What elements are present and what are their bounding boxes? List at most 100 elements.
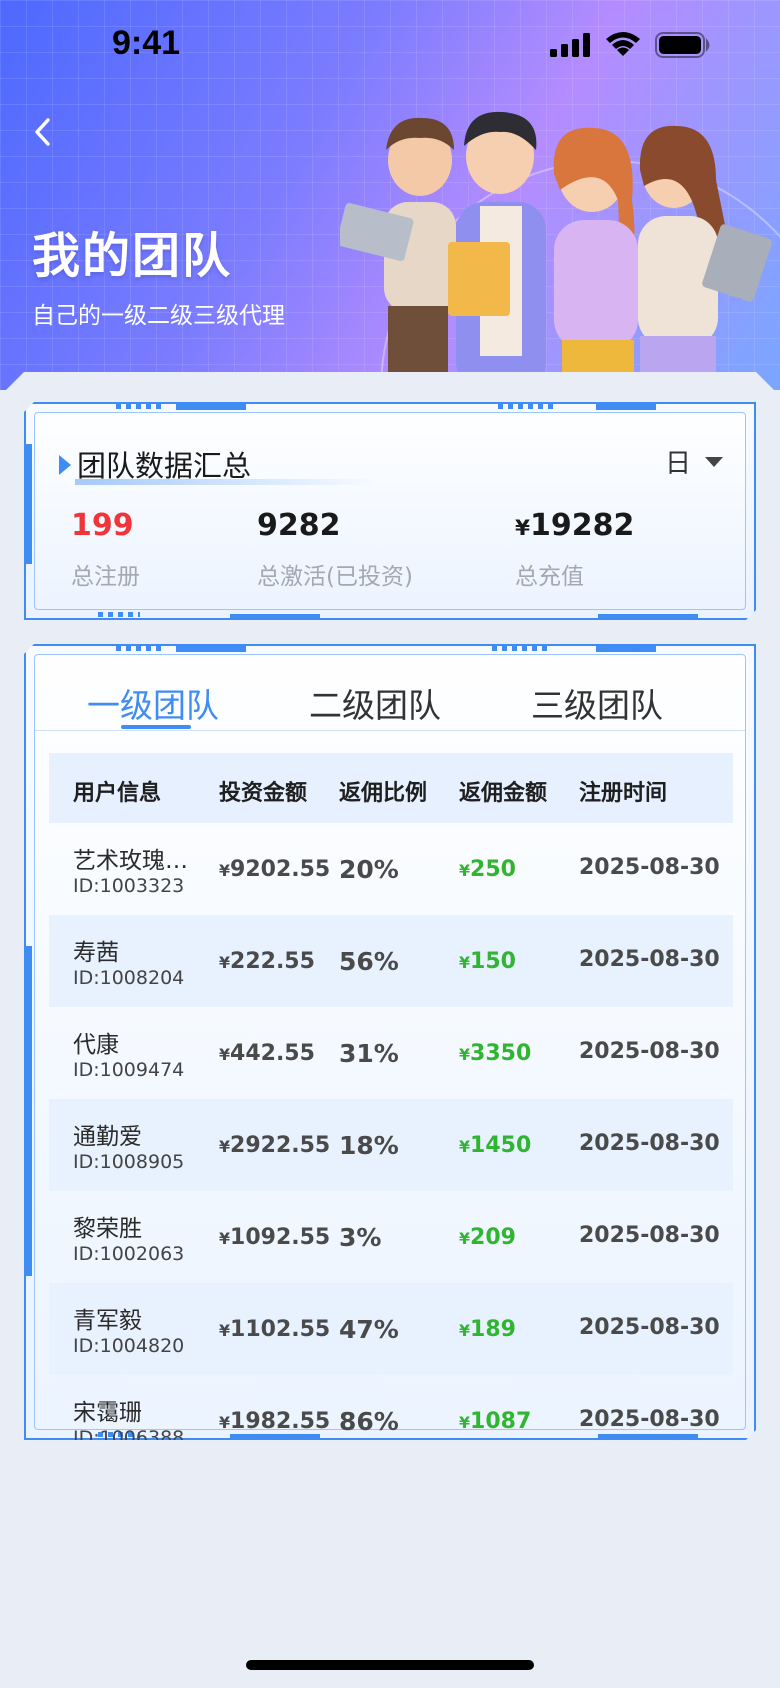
user-id: ID:1003323	[73, 875, 185, 897]
panel-deco-dots	[116, 646, 162, 651]
table-row[interactable]: 青军毅 ID:1004820 ¥1102.55 47% ¥189 2025-08-30	[49, 1283, 733, 1375]
tab-level-3[interactable]: 三级团队	[531, 679, 663, 727]
period-select-value: 日	[664, 449, 691, 479]
table-row[interactable]: 宋霭珊 ID:1006388 ¥1982.55 86% ¥1087 2025-08-30	[49, 1375, 733, 1467]
page-subtitle: 自己的一级二级三级代理	[32, 303, 285, 329]
commission-rate: 56%	[339, 947, 399, 976]
user-name: 通勤爱	[73, 1124, 142, 1150]
team-level-tabs: 一级团队 二级团队 三级团队	[35, 655, 745, 731]
team-table: 用户信息 投资金额 返佣比例 返佣金额 注册时间 艺术玫瑰… ID:1003323…	[49, 753, 733, 1467]
user-name: 宋霭珊	[73, 1400, 142, 1426]
commission-rate: 86%	[339, 1407, 399, 1436]
period-select[interactable]: 日	[665, 443, 723, 480]
currency-symbol: ¥	[459, 1229, 471, 1248]
user-name: 寿茜	[73, 940, 119, 966]
active-tab-indicator	[121, 725, 191, 729]
stat-total-recharge: ¥19282 总充值	[515, 511, 634, 591]
user-id: ID:1004820	[73, 1335, 185, 1357]
page-title: 我的团队	[32, 228, 233, 284]
registration-date: 2025-08-30	[579, 1315, 720, 1340]
summary-inner: 团队数据汇总 日 199 总注册 9282 总激活(已投资) ¥19282 总充…	[34, 412, 746, 610]
amount-value: 222.55	[230, 949, 315, 974]
registration-date: 2025-08-30	[579, 1039, 720, 1064]
team-illustration	[340, 111, 772, 390]
tab-level-2[interactable]: 二级团队	[309, 679, 441, 727]
commission-amount: ¥1450	[459, 1133, 531, 1158]
commission-amount: ¥3350	[459, 1041, 531, 1066]
currency-symbol: ¥	[459, 1321, 471, 1340]
investment-amount: ¥1982.55	[219, 1409, 330, 1434]
table-row[interactable]: 艺术玫瑰… ID:1003323 ¥9202.55 20% ¥250 2025-08-30	[49, 823, 733, 915]
panel-side-bar	[26, 444, 32, 564]
commission-amount: ¥250	[459, 857, 516, 882]
amount-value: 2922.55	[230, 1133, 331, 1158]
tab-level-1[interactable]: 一级团队	[87, 679, 219, 727]
team-summary-panel: 团队数据汇总 日 199 总注册 9282 总激活(已投资) ¥19282 总充…	[24, 402, 756, 620]
status-bar: 9:41	[0, 0, 780, 90]
currency-symbol: ¥	[219, 1137, 231, 1156]
content-sheet: 团队数据汇总 日 199 总注册 9282 总激活(已投资) ¥19282 总充…	[0, 372, 780, 1688]
panel-deco-bar	[230, 614, 320, 618]
user-id: ID:1009474	[73, 1059, 185, 1081]
stat-value: ¥19282	[515, 511, 634, 541]
commission-value: 3350	[470, 1041, 532, 1066]
cellular-signal-icon	[550, 33, 590, 57]
wifi-icon	[606, 32, 640, 56]
table-row[interactable]: 代康 ID:1009474 ¥442.55 31% ¥3350 2025-08-30	[49, 1007, 733, 1099]
currency-symbol: ¥	[219, 953, 231, 972]
panel-deco-dots	[116, 404, 162, 409]
currency-symbol: ¥	[459, 1413, 471, 1432]
commission-value: 1087	[470, 1409, 532, 1434]
currency-symbol: ¥	[515, 516, 531, 541]
registration-date: 2025-08-30	[579, 947, 720, 972]
user-name: 黎荣胜	[73, 1216, 142, 1242]
commission-amount: ¥189	[459, 1317, 516, 1342]
status-time: 9:41	[112, 24, 181, 62]
stat-total-registered: 199 总注册	[71, 511, 140, 591]
commission-rate: 31%	[339, 1039, 399, 1068]
commission-rate: 20%	[339, 855, 399, 884]
commission-value: 250	[470, 857, 516, 882]
investment-amount: ¥1092.55	[219, 1225, 330, 1250]
commission-value: 189	[470, 1317, 516, 1342]
team-inner: 一级团队 二级团队 三级团队 用户信息 投资金额 返佣比例 返佣金额 注册时间 …	[34, 654, 746, 1430]
commission-rate: 47%	[339, 1315, 399, 1344]
investment-amount: ¥9202.55	[219, 857, 330, 882]
table-row[interactable]: 通勤爱 ID:1008905 ¥2922.55 18% ¥1450 2025-08-30	[49, 1099, 733, 1191]
amount-value: 1102.55	[230, 1317, 331, 1342]
commission-amount: ¥150	[459, 949, 516, 974]
currency-symbol: ¥	[459, 953, 471, 972]
user-name: 青军毅	[73, 1308, 142, 1334]
user-name: 艺术玫瑰…	[73, 848, 188, 874]
column-header-commission: 返佣金额	[459, 781, 548, 806]
user-id: ID:1008204	[73, 967, 185, 989]
hero-banner: 9:41 我的团队 自己的一级二级三级代理	[0, 0, 780, 390]
stat-number: 19282	[530, 508, 635, 543]
investment-amount: ¥442.55	[219, 1041, 315, 1066]
back-button[interactable]	[24, 110, 60, 154]
amount-value: 1982.55	[230, 1409, 331, 1434]
investment-amount: ¥1102.55	[219, 1317, 330, 1342]
currency-symbol: ¥	[459, 861, 471, 880]
commission-rate: 18%	[339, 1131, 399, 1160]
commission-value: 209	[470, 1225, 516, 1250]
table-row[interactable]: 寿茜 ID:1008204 ¥222.55 56% ¥150 2025-08-30	[49, 915, 733, 1007]
table-header: 用户信息 投资金额 返佣比例 返佣金额 注册时间	[49, 753, 733, 823]
stat-value: 199	[71, 508, 134, 543]
summary-title: 团队数据汇总	[77, 449, 252, 483]
stat-label: 总注册	[71, 564, 140, 590]
column-header-rate: 返佣比例	[339, 781, 428, 806]
stat-total-activated: 9282 总激活(已投资)	[257, 511, 413, 591]
panel-deco-dots	[498, 404, 558, 409]
currency-symbol: ¥	[459, 1137, 471, 1156]
registration-date: 2025-08-30	[579, 855, 720, 880]
user-id: ID:1002063	[73, 1243, 185, 1265]
table-row[interactable]: 黎荣胜 ID:1002063 ¥1092.55 3% ¥209 2025-08-30	[49, 1191, 733, 1283]
panel-deco-bar	[176, 646, 246, 652]
user-id: ID:1006388	[73, 1427, 185, 1449]
currency-symbol: ¥	[219, 1229, 231, 1248]
currency-symbol: ¥	[219, 1321, 231, 1340]
registration-date: 2025-08-30	[579, 1131, 720, 1156]
currency-symbol: ¥	[219, 1045, 231, 1064]
commission-value: 1450	[470, 1133, 532, 1158]
